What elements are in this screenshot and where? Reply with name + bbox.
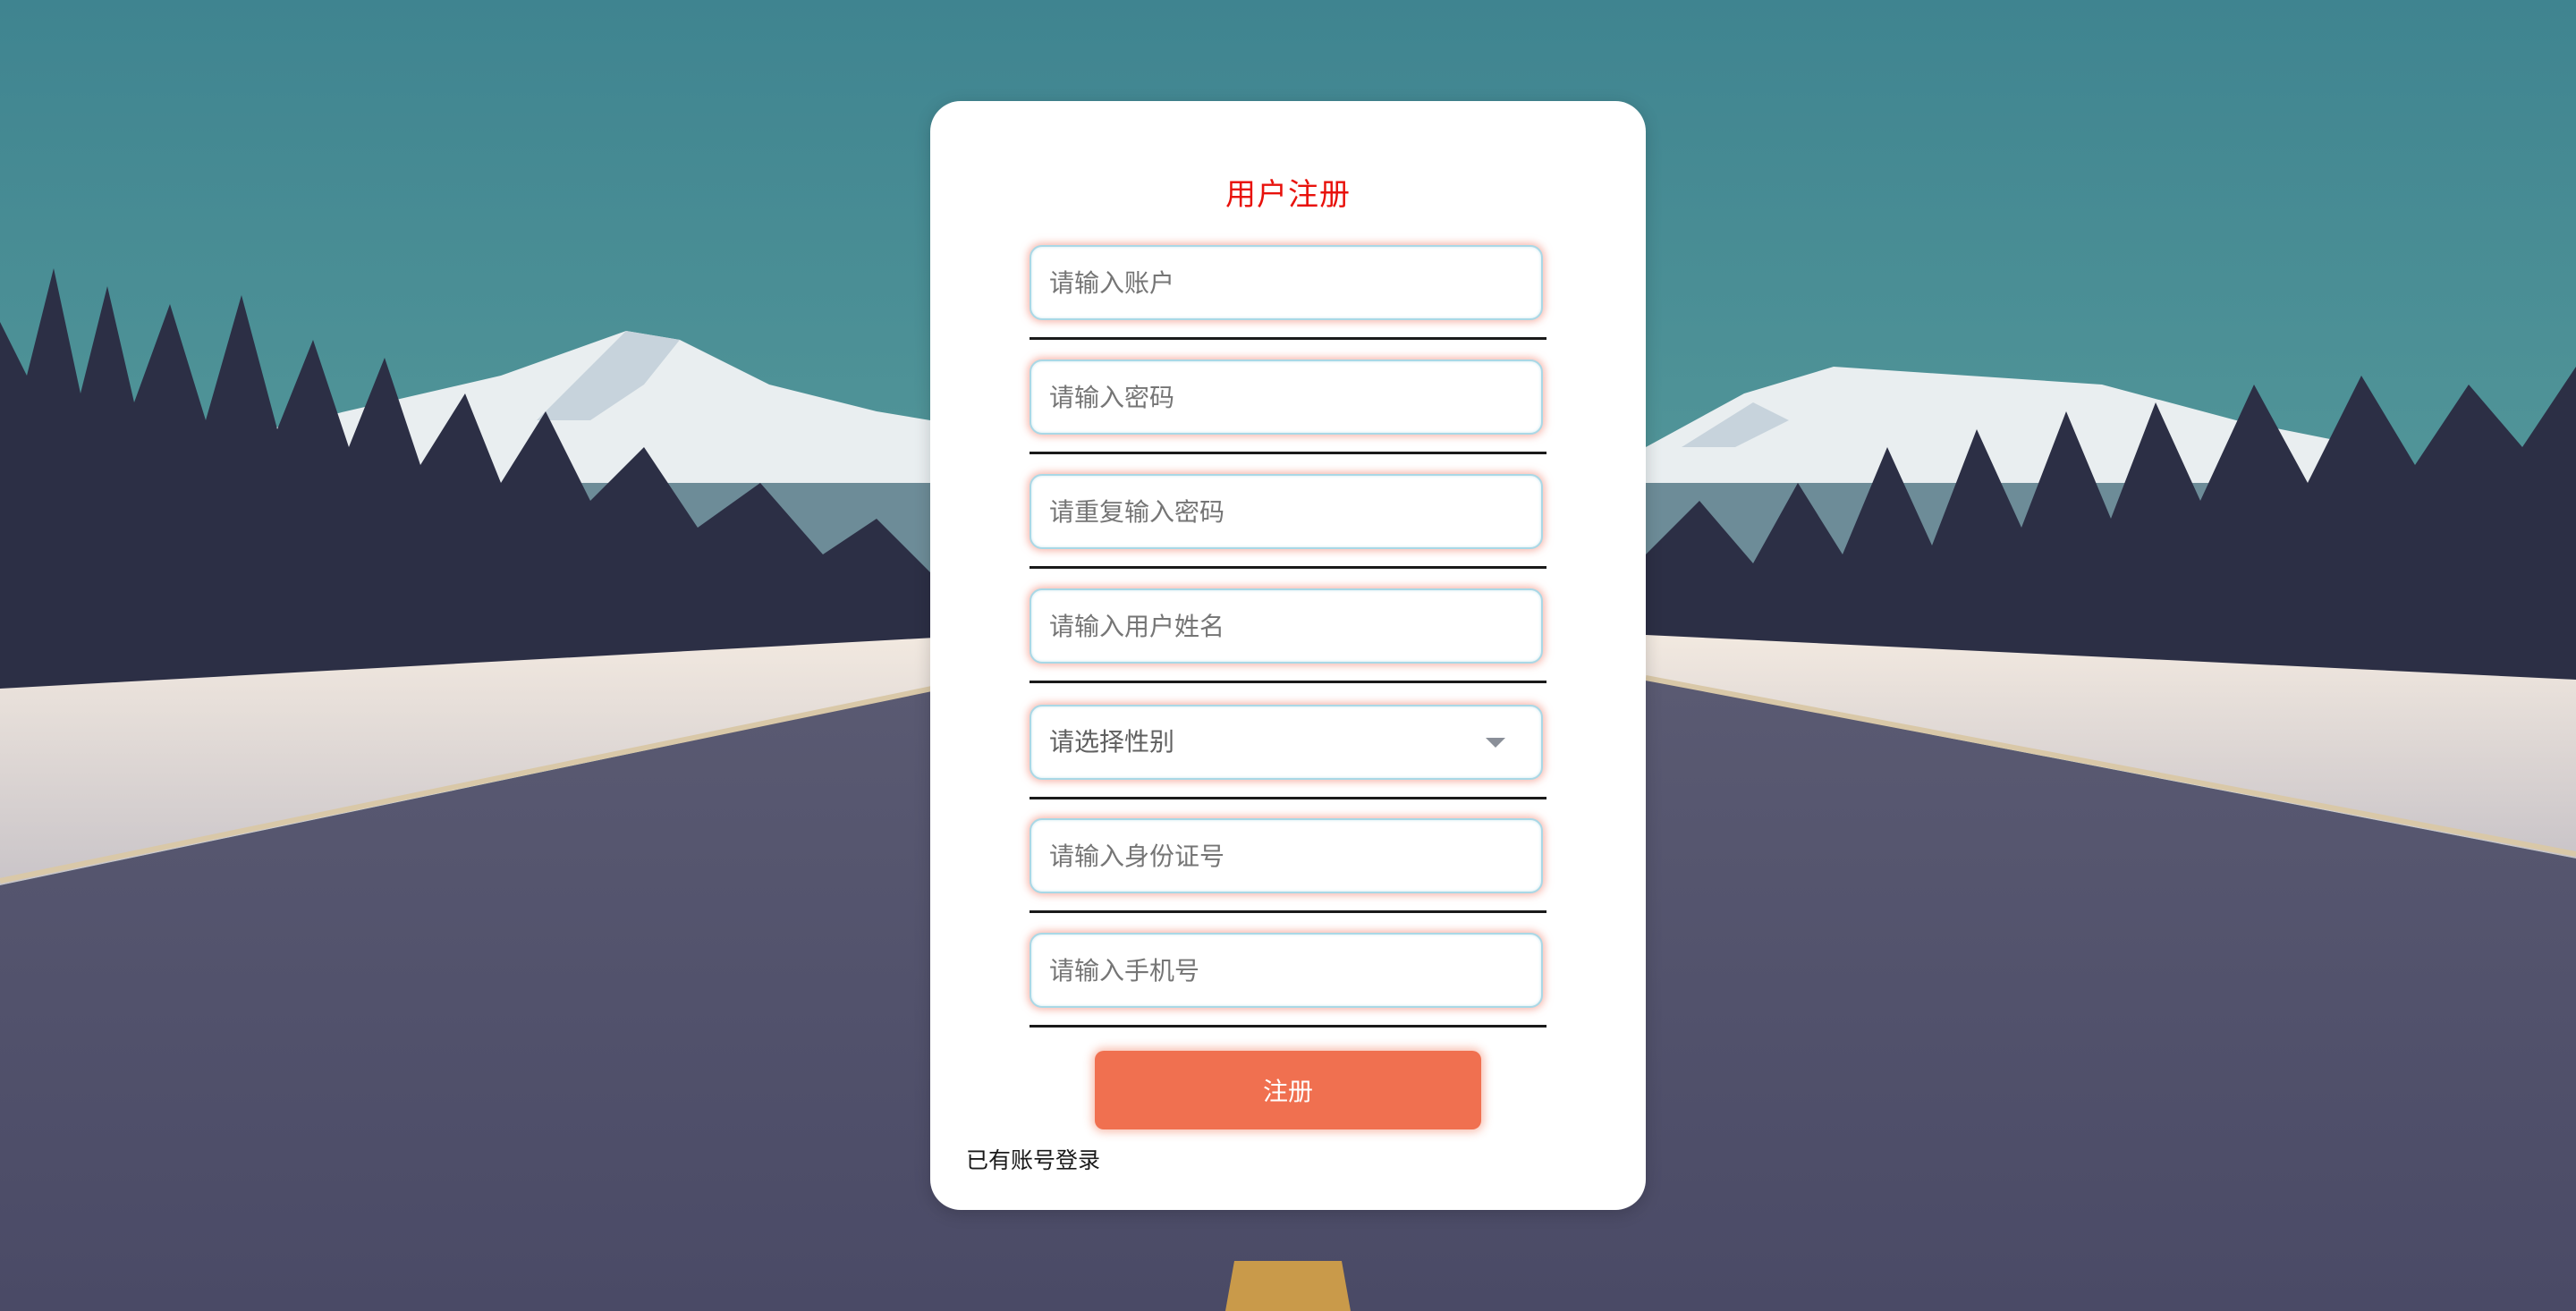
id-number-row <box>1030 818 1546 918</box>
account-field-box <box>1030 245 1543 320</box>
id-number-underline <box>1030 910 1546 913</box>
password-input[interactable] <box>1031 361 1541 433</box>
register-button[interactable]: 注册 <box>1095 1051 1481 1129</box>
account-row <box>1030 245 1546 345</box>
confirm-password-row <box>1030 474 1546 574</box>
password-underline <box>1030 452 1546 454</box>
account-underline <box>1030 337 1546 340</box>
gender-underline <box>1030 797 1546 799</box>
id-number-input[interactable] <box>1031 820 1541 892</box>
confirm-password-underline <box>1030 566 1546 569</box>
login-link[interactable]: 已有账号登录 <box>966 1143 1100 1179</box>
full-name-input[interactable] <box>1031 590 1541 662</box>
password-field-box <box>1030 359 1543 435</box>
phone-input[interactable] <box>1031 935 1541 1006</box>
confirm-password-input[interactable] <box>1031 476 1541 547</box>
account-input[interactable] <box>1031 247 1541 318</box>
register-card: 用户注册 请选择性别 <box>930 101 1646 1210</box>
gender-select-value: 请选择性别 <box>1049 727 1175 757</box>
phone-row <box>1030 933 1546 1033</box>
phone-field-box <box>1030 933 1543 1008</box>
full-name-field-box <box>1030 588 1543 664</box>
password-row <box>1030 359 1546 460</box>
full-name-row <box>1030 588 1546 689</box>
page-title: 用户注册 <box>1225 177 1351 213</box>
gender-select[interactable]: 请选择性别 <box>1030 705 1543 780</box>
id-number-field-box <box>1030 818 1543 893</box>
gender-row: 请选择性别 <box>1030 705 1546 805</box>
confirm-password-field-box <box>1030 474 1543 549</box>
phone-underline <box>1030 1025 1546 1028</box>
full-name-underline <box>1030 681 1546 683</box>
chevron-down-icon <box>1486 738 1505 748</box>
